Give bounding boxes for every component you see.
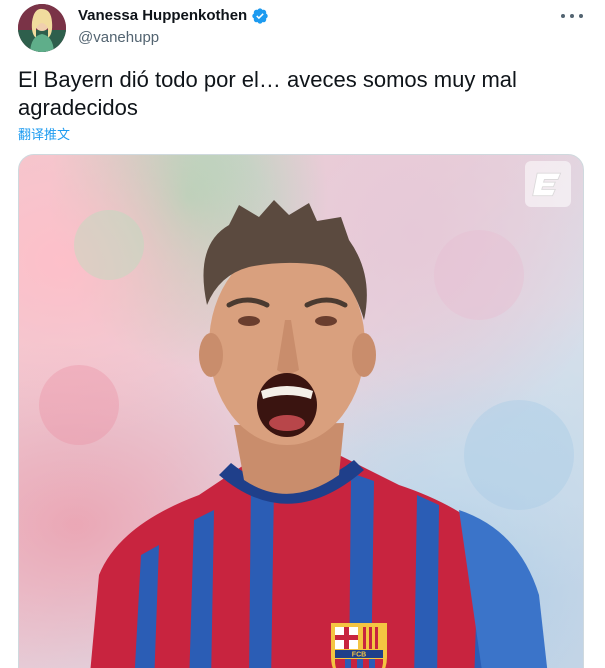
avatar[interactable] [18,4,66,52]
author-handle[interactable]: @vanehupp [78,28,269,48]
avatar-image [18,4,66,52]
translate-tweet-link[interactable]: 翻译推文 [18,124,70,143]
author-block: Vanessa Huppenkothen @vanehupp [78,6,269,48]
tweet-card: Vanessa Huppenkothen @vanehupp El Bayern… [0,0,605,668]
verified-badge-icon [251,7,269,25]
more-dot [579,14,583,18]
tweet-text: El Bayern dió todo por el… aveces somos … [18,67,517,120]
author-name-row: Vanessa Huppenkothen [78,6,269,26]
tweet-media-photo[interactable]: FCB [18,154,584,668]
more-dot [561,14,565,18]
more-dot [570,14,574,18]
espn-e-logo-icon [525,161,571,207]
fcb-crest: FCB [331,623,387,668]
crest-text: FCB [352,652,366,659]
player-photo: FCB [39,200,574,668]
author-display-name[interactable]: Vanessa Huppenkothen [78,6,247,26]
more-options-icon[interactable] [561,8,583,24]
